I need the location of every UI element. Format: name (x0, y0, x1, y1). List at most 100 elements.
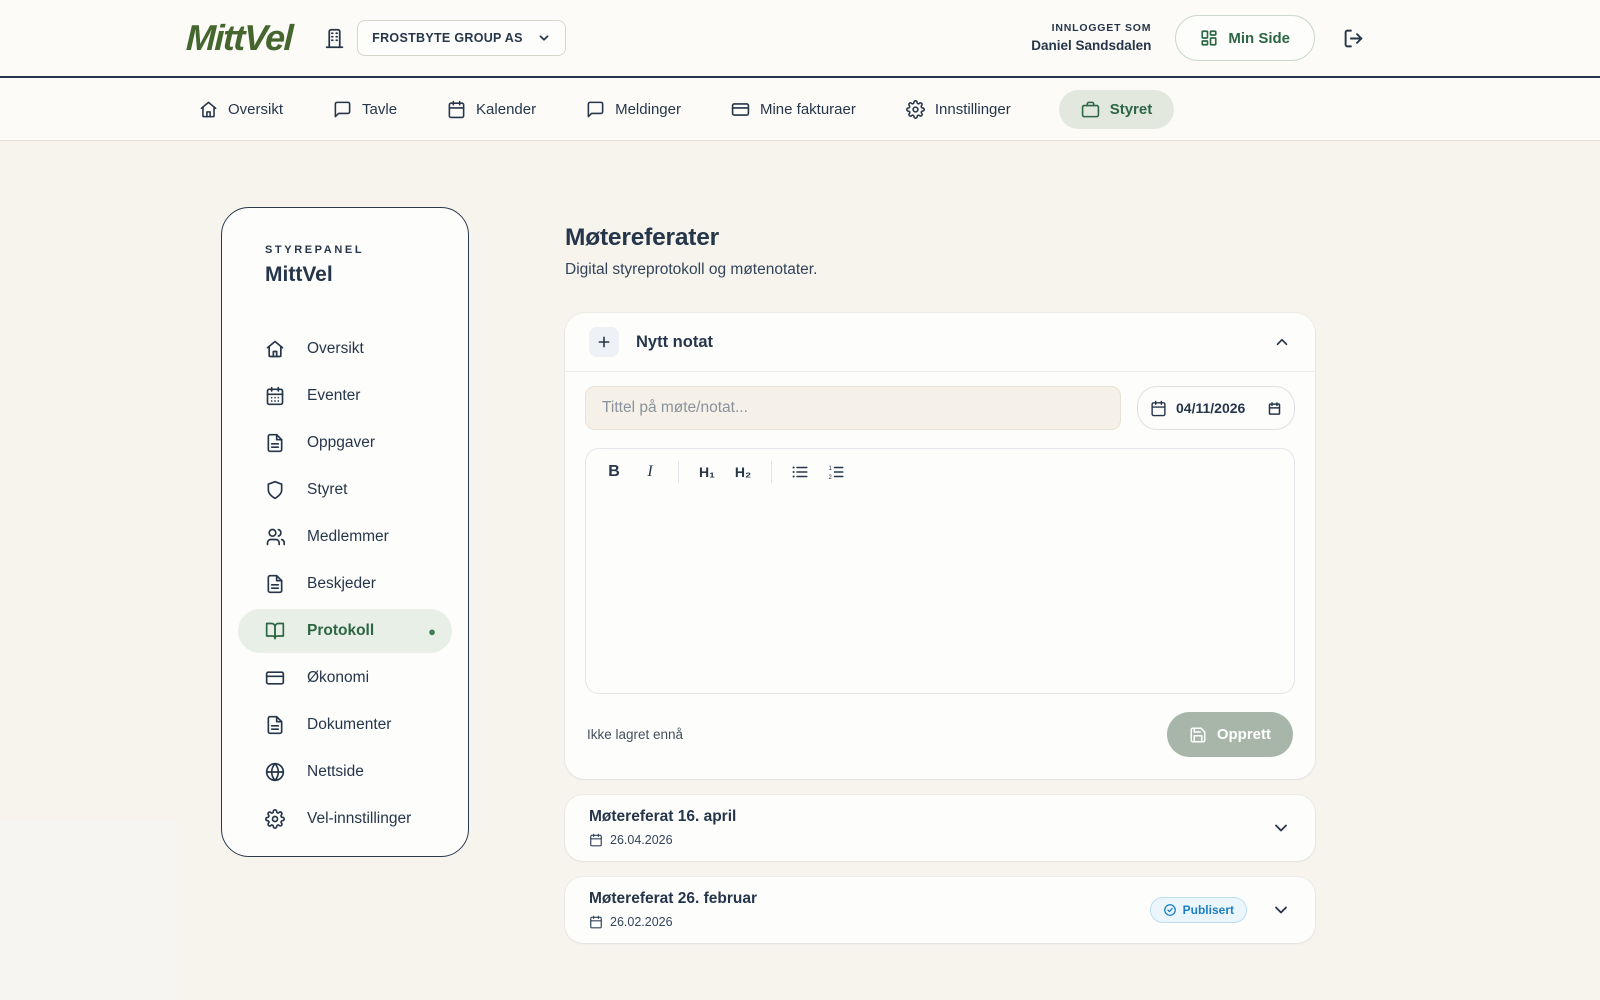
sidebar-item-oversikt[interactable]: Oversikt (238, 327, 452, 371)
main-nav: Oversikt Tavle Kalender Meldinger Mine f… (0, 78, 1600, 141)
italic-button[interactable]: I (634, 457, 666, 487)
chevron-down-icon[interactable] (1271, 900, 1291, 920)
sidebar-item-label: Økonomi (307, 669, 369, 687)
nav-label: Styret (1110, 101, 1153, 118)
toolbar-separator (678, 461, 679, 483)
calendar-icon (1150, 400, 1167, 417)
nav-label: Mine fakturaer (760, 101, 856, 118)
organization-select-value: FROSTBYTE GROUP AS (372, 31, 523, 45)
logged-in-label: INNLOGGET SOM (1031, 21, 1151, 36)
sidebar-item-label: Nettside (307, 763, 364, 781)
nav-item-oversikt[interactable]: Oversikt (197, 90, 285, 129)
date-picker-icon[interactable] (1267, 401, 1282, 416)
heading1-button[interactable]: H₁ (691, 457, 723, 487)
calendar-icon (265, 386, 285, 406)
editor-content-area[interactable] (586, 495, 1294, 693)
svg-text:2: 2 (829, 475, 833, 481)
nav-item-innstillinger[interactable]: Innstillinger (904, 90, 1013, 129)
panel-label: STYREPANEL (238, 244, 452, 256)
nav-item-kalender[interactable]: Kalender (445, 90, 538, 129)
users-icon (265, 527, 285, 547)
nav-item-meldinger[interactable]: Meldinger (584, 90, 683, 129)
organization-select[interactable]: FROSTBYTE GROUP AS (357, 20, 566, 56)
mittvel-logo: MittVel (185, 17, 293, 59)
entry-date: 26.04.2026 (610, 834, 673, 847)
sidebar-item-label: Medlemmer (307, 528, 389, 546)
sidebar-item-vel-innstillinger[interactable]: Vel-innstillinger (238, 797, 452, 841)
sidebar-item-oppgaver[interactable]: Oppgaver (238, 421, 452, 465)
sidebar-item-label: Oversikt (307, 340, 364, 358)
min-side-button[interactable]: Min Side (1175, 15, 1315, 61)
sidebar-item-label: Dokumenter (307, 716, 391, 734)
logout-icon[interactable] (1339, 24, 1368, 53)
book-open-icon (265, 621, 285, 641)
new-note-header[interactable]: Nytt notat (565, 313, 1315, 371)
sidebar-item-dokumenter[interactable]: Dokumenter (238, 703, 452, 747)
main-content: Møtereferater Digital styreprotokoll og … (565, 141, 1315, 943)
globe-icon (265, 762, 285, 782)
entry-title: Møtereferat 16. april (589, 809, 736, 825)
nav-label: Oversikt (228, 101, 283, 118)
note-date-input[interactable]: 04/11/2026 (1137, 386, 1295, 430)
file-text-icon (265, 574, 285, 594)
credit-card-icon (265, 668, 285, 688)
status-badge: Publisert (1150, 897, 1247, 923)
save-icon (1189, 726, 1207, 744)
sidebar-item-styret[interactable]: Styret (238, 468, 452, 512)
file-text-icon (265, 715, 285, 735)
bold-button[interactable]: B (598, 457, 630, 487)
nav-label: Innstillinger (935, 101, 1011, 118)
chevron-up-icon[interactable] (1273, 333, 1291, 351)
sidebar-item-okonomi[interactable]: Økonomi (238, 656, 452, 700)
logged-in-user: INNLOGGET SOM Daniel Sandsdalen (1031, 21, 1151, 56)
sidebar-item-nettside[interactable]: Nettside (238, 750, 452, 794)
min-side-label: Min Side (1228, 30, 1290, 47)
gear-icon (265, 809, 285, 829)
new-note-card: Nytt notat 04/11/2026 (565, 313, 1315, 779)
panel-title: MittVel (238, 263, 452, 287)
rich-text-editor: B I H₁ H₂ 12 (585, 448, 1295, 694)
bullet-list-button[interactable] (784, 457, 816, 487)
protocol-entry[interactable]: Møtereferat 16. april 26.04.2026 (565, 795, 1315, 861)
create-button-label: Opprett (1217, 726, 1271, 743)
plus-icon (589, 327, 619, 357)
nav-item-tavle[interactable]: Tavle (331, 90, 399, 129)
dashboard-grid-icon (1200, 29, 1218, 47)
sidebar-item-medlemmer[interactable]: Medlemmer (238, 515, 452, 559)
note-title-input[interactable] (585, 386, 1121, 430)
create-button[interactable]: Opprett (1167, 712, 1293, 757)
building-icon (324, 28, 345, 49)
unread-dot: ● (428, 624, 436, 639)
shield-icon (265, 480, 285, 500)
nav-item-mine-fakturaer[interactable]: Mine fakturaer (729, 90, 858, 129)
message-square-icon (586, 100, 605, 119)
sidebar-item-eventer[interactable]: Eventer (238, 374, 452, 418)
divider (565, 371, 1315, 372)
sidebar-item-label: Eventer (307, 387, 360, 405)
page-title: Møtereferater (565, 224, 1315, 252)
home-icon (199, 100, 218, 119)
chevron-down-icon[interactable] (1271, 818, 1291, 838)
sidebar-item-protokoll[interactable]: Protokoll ● (238, 609, 452, 653)
svg-text:1: 1 (829, 466, 833, 472)
entry-date: 26.02.2026 (610, 916, 673, 929)
user-name: Daniel Sandsdalen (1031, 36, 1151, 56)
toolbar-separator (771, 461, 772, 483)
sidebar-item-label: Styret (307, 481, 347, 499)
protocol-entry[interactable]: Møtereferat 26. februar 26.02.2026 Publi… (565, 877, 1315, 943)
status-badge-label: Publisert (1183, 903, 1234, 917)
nav-item-styret[interactable]: Styret (1059, 90, 1175, 129)
sidebar-item-beskjeder[interactable]: Beskjeder (238, 562, 452, 606)
editor-toolbar: B I H₁ H₂ 12 (586, 449, 1294, 495)
ordered-list-button[interactable]: 12 (820, 457, 852, 487)
new-note-title: Nytt notat (636, 333, 713, 352)
page-subtitle: Digital styreprotokoll og møtenotater. (565, 261, 1315, 279)
entry-title: Møtereferat 26. februar (589, 891, 757, 907)
save-status-text: Ikke lagret ennå (587, 727, 683, 742)
styrepanel-sidebar: STYREPANEL MittVel Oversikt Eventer Oppg… (221, 207, 469, 857)
heading2-button[interactable]: H₂ (727, 457, 759, 487)
chevron-down-icon (537, 31, 551, 45)
home-icon (265, 339, 285, 359)
background-panel (0, 820, 176, 1000)
message-square-icon (333, 100, 352, 119)
